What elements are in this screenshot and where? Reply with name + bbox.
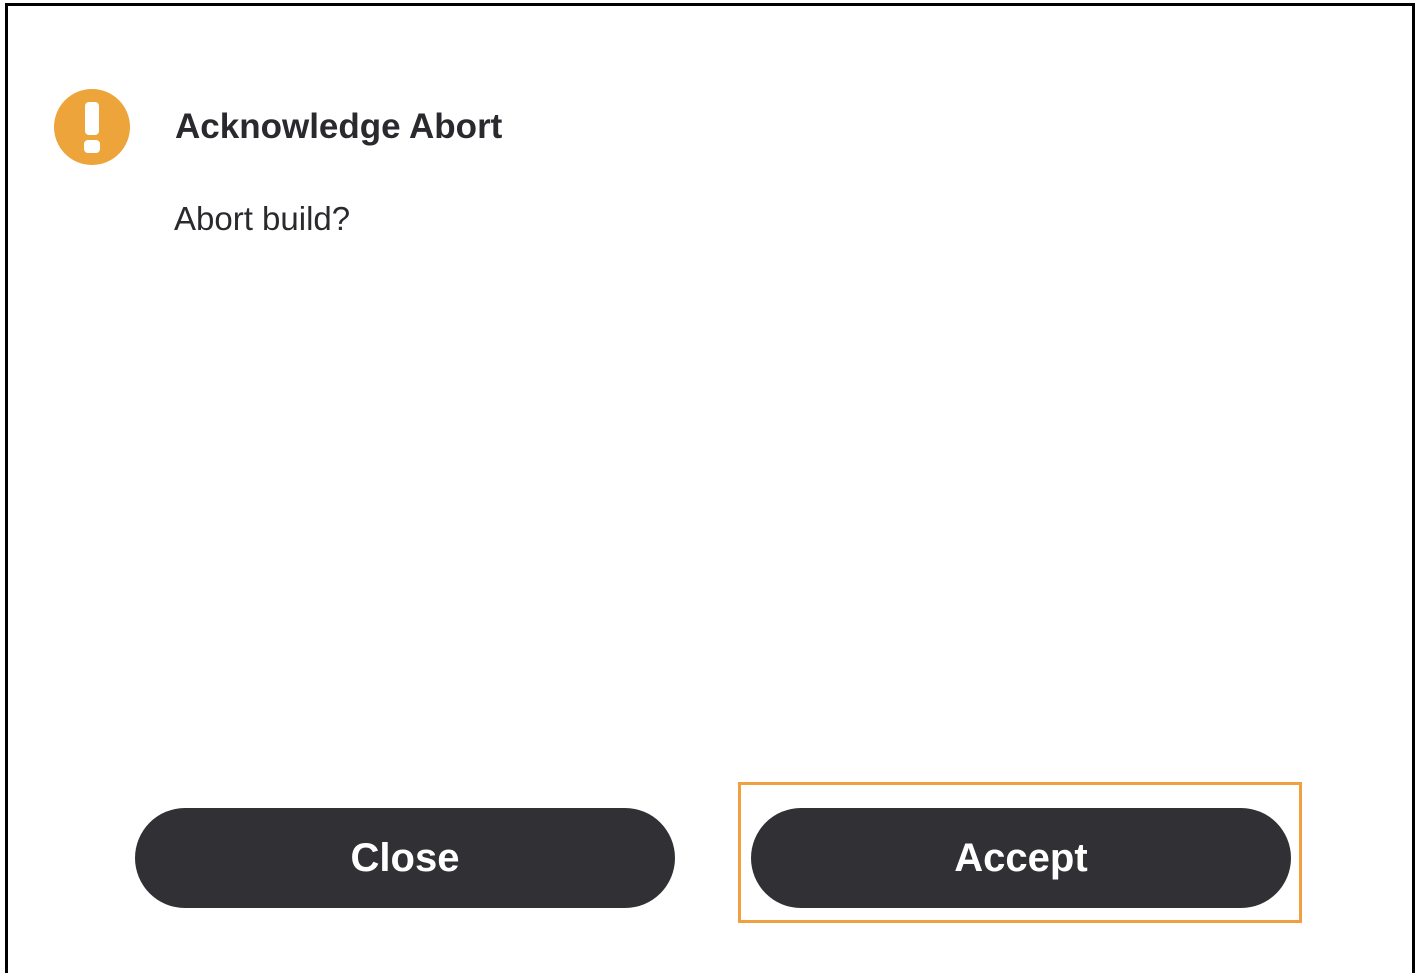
warning-exclamation-icon	[54, 89, 130, 165]
dialog-message: Abort build?	[174, 200, 351, 237]
exclamation-dot	[84, 140, 100, 153]
accept-button[interactable]: Accept	[751, 808, 1291, 908]
close-button[interactable]: Close	[135, 808, 675, 908]
exclamation-bar	[85, 102, 99, 135]
acknowledge-abort-dialog: Acknowledge Abort Abort build? Close Acc…	[5, 3, 1415, 973]
dialog-title: Acknowledge Abort	[175, 107, 503, 146]
